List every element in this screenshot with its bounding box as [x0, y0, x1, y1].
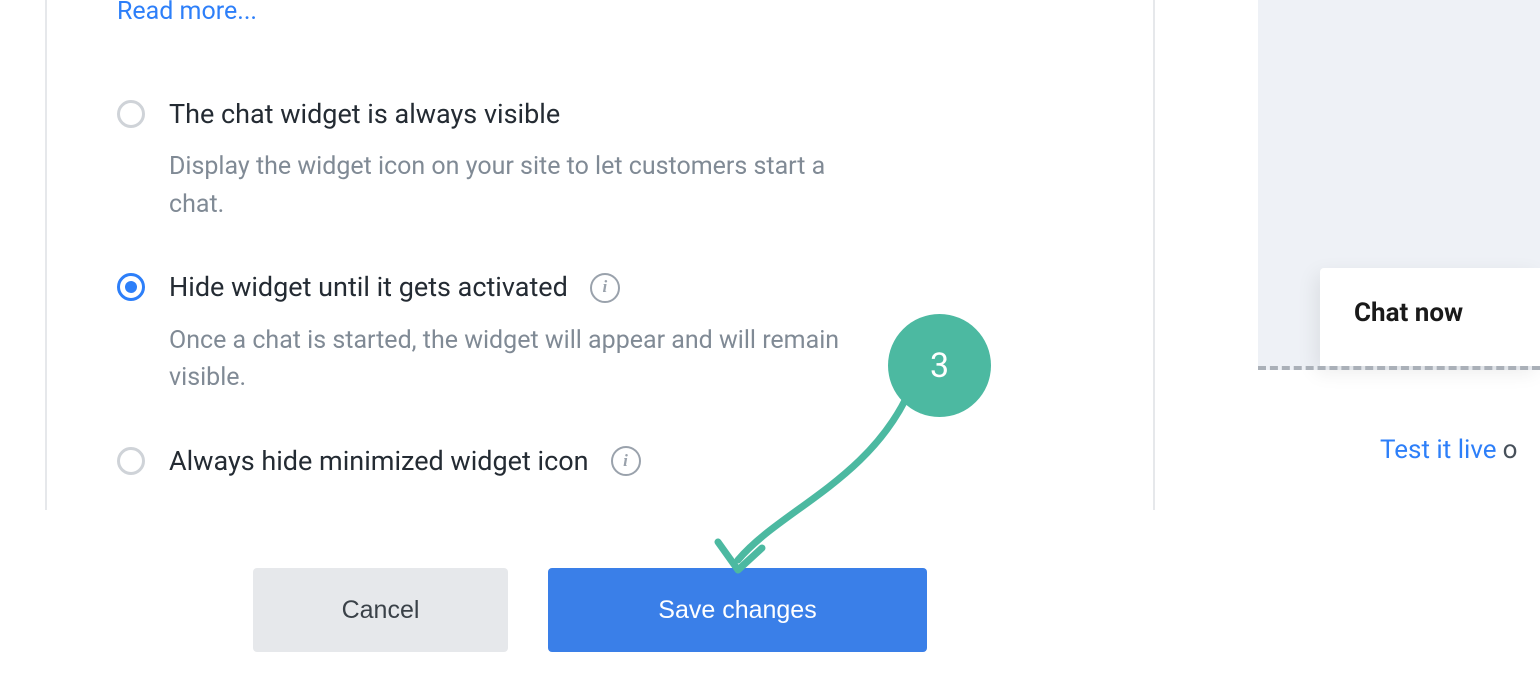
info-icon[interactable]: [590, 273, 620, 303]
option-title: The chat widget is always visible: [169, 98, 869, 130]
option-title-text: The chat widget is always visible: [169, 98, 560, 130]
step-number: 3: [930, 346, 949, 386]
option-title: Hide widget until it gets activated: [169, 271, 869, 303]
option-title-text: Hide widget until it gets activated: [169, 271, 568, 303]
option-desc: Display the widget icon on your site to …: [169, 148, 869, 223]
chat-preview-title: Chat now: [1354, 298, 1540, 328]
chat-preview-card: Chat now: [1320, 268, 1540, 366]
radio-always-hide-minimized[interactable]: [117, 447, 145, 475]
option-text: Always hide minimized widget icon: [169, 445, 641, 477]
option-title: Always hide minimized widget icon: [169, 445, 641, 477]
option-always-visible: The chat widget is always visible Displa…: [117, 98, 1083, 223]
radio-hide-until-activated[interactable]: [117, 273, 145, 301]
cancel-button[interactable]: Cancel: [253, 568, 508, 652]
test-it-live-link[interactable]: Test it liveo: [1380, 435, 1517, 465]
option-title-text: Always hide minimized widget icon: [169, 445, 589, 477]
step-badge: 3: [888, 314, 991, 417]
info-icon[interactable]: [611, 446, 641, 476]
divider-dashed: [1258, 366, 1540, 370]
test-live-suffix: o: [1503, 435, 1518, 465]
radio-always-visible[interactable]: [117, 100, 145, 128]
option-text: The chat widget is always visible Displa…: [169, 98, 869, 223]
test-live-text: Test it live: [1380, 435, 1497, 465]
read-more-link[interactable]: Read more...: [117, 0, 257, 26]
